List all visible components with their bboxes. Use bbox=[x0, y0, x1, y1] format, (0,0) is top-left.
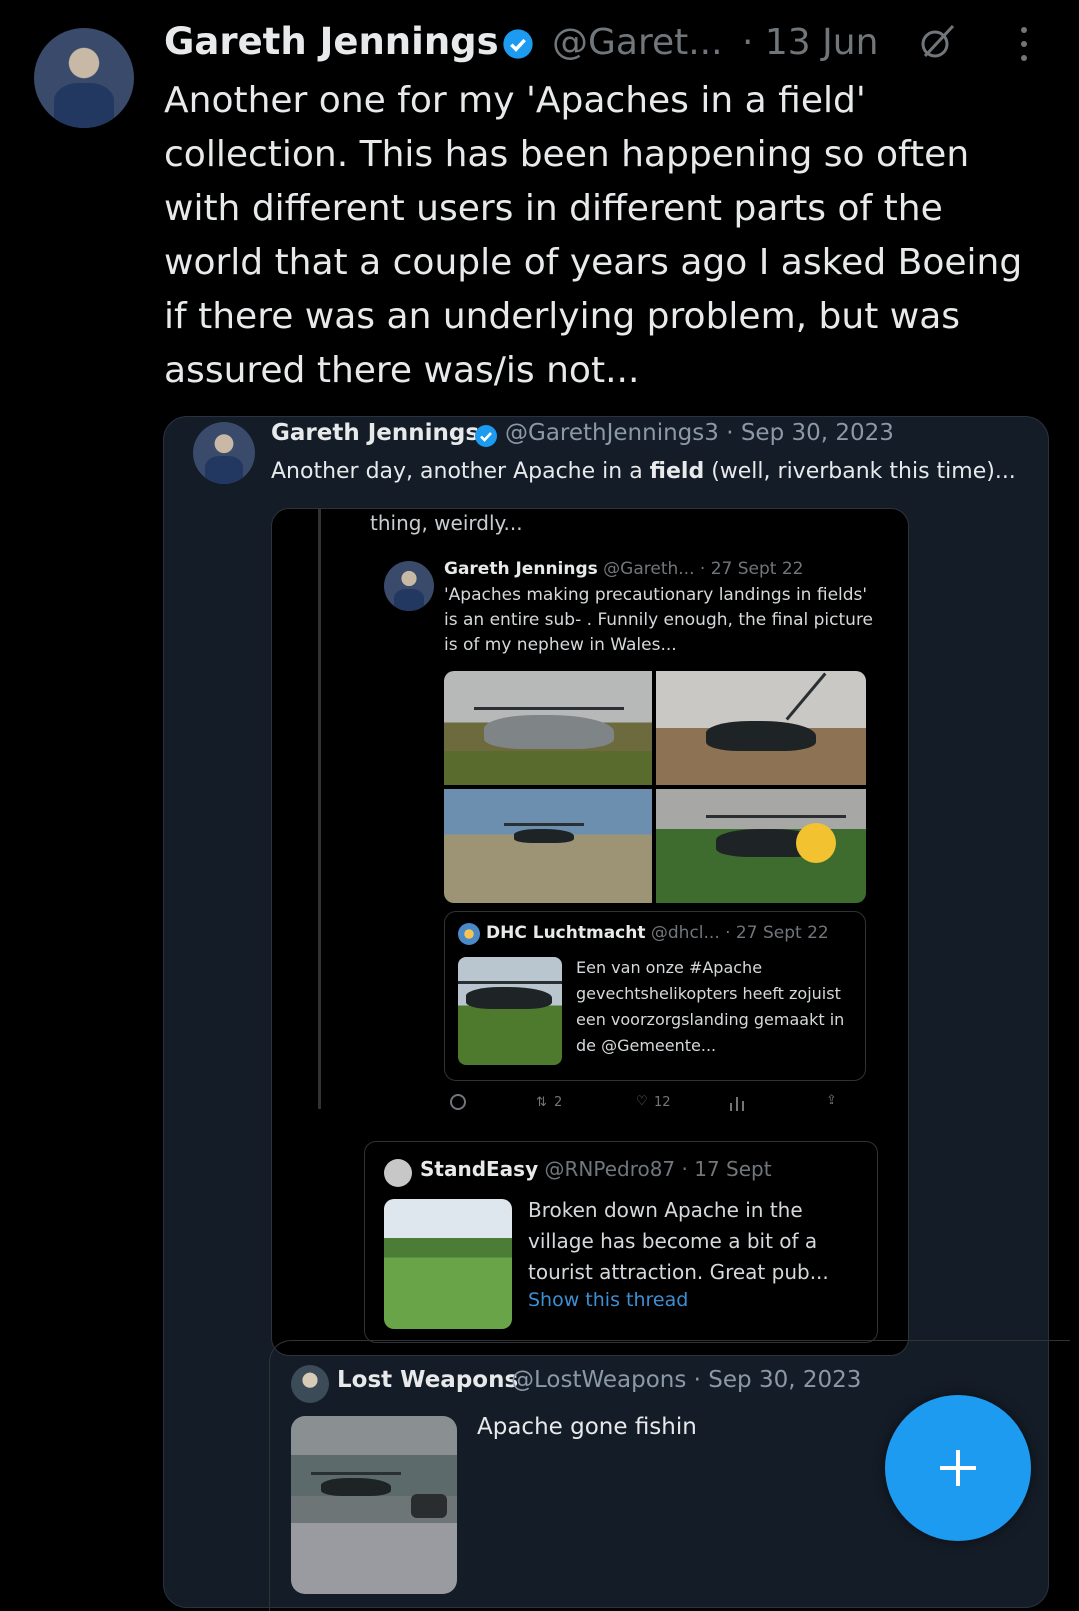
like-icon: ♡ bbox=[636, 1094, 648, 1109]
apache-photo-4 bbox=[656, 789, 866, 903]
retweet-icon: ⇅ bbox=[536, 1095, 547, 1110]
post-text: Another one for my 'Apaches in a field' … bbox=[164, 80, 1023, 391]
standeasy-meta: @RNPedro87 · 17 Sept bbox=[538, 1157, 772, 1181]
screenshot-post-header: Gareth Jennings @Gareth... · 27 Sept 22 bbox=[444, 559, 803, 579]
views-icon bbox=[730, 1097, 744, 1111]
post-date[interactable]: · 13 Jun bbox=[742, 22, 878, 63]
standeasy-text: Broken down Apache in the village has be… bbox=[528, 1198, 829, 1284]
dhc-logo-icon bbox=[458, 923, 480, 945]
quoted-text-bold: field bbox=[649, 459, 705, 484]
thread-line bbox=[318, 509, 321, 1109]
author-avatar[interactable] bbox=[34, 28, 134, 128]
sunglasses-emoji-icon bbox=[796, 823, 836, 863]
author-handle[interactable]: @Garet... bbox=[552, 22, 723, 63]
dhc-photo bbox=[458, 957, 562, 1065]
quoted-text-end: (well, riverbank this time)... bbox=[704, 459, 1016, 484]
dhc-meta: @dhcl... · 27 Sept 22 bbox=[645, 923, 829, 943]
show-thread-link: Show this thread bbox=[528, 1289, 689, 1311]
more-options-icon[interactable] bbox=[1016, 24, 1032, 64]
dhc-text: Een van onze #Apache gevechtshelikopters… bbox=[576, 958, 845, 1055]
quoted-author-name[interactable]: Gareth Jennings bbox=[271, 420, 479, 446]
lost-weapons-photo[interactable] bbox=[291, 1416, 457, 1594]
quoted-text-start: Another day, another Apache in a bbox=[271, 459, 650, 484]
embedded-screenshot-image[interactable]: thing, weirdly... Gareth Jennings @Garet… bbox=[271, 508, 909, 1356]
compose-fab-button[interactable] bbox=[885, 1395, 1031, 1541]
grok-icon[interactable] bbox=[917, 22, 957, 62]
reply-icon bbox=[450, 1094, 466, 1110]
screenshot-author: Gareth Jennings bbox=[444, 559, 598, 579]
screenshot-avatar bbox=[384, 561, 434, 611]
plus-icon bbox=[940, 1450, 976, 1486]
share-icon: ⇪ bbox=[826, 1093, 837, 1108]
quoted-post-text: Another day, another Apache in a field (… bbox=[271, 459, 1016, 484]
lost-weapons-name[interactable]: Lost Weapons bbox=[337, 1367, 518, 1393]
screenshot-post-text: 'Apaches making precautionary landings i… bbox=[444, 585, 874, 655]
standeasy-avatar bbox=[384, 1159, 412, 1187]
lost-weapons-avatar[interactable] bbox=[291, 1365, 329, 1403]
screenshot-meta: @Gareth... · 27 Sept 22 bbox=[597, 559, 804, 579]
quoted-handle-date[interactable]: @GarethJennings3 · Sep 30, 2023 bbox=[505, 420, 894, 446]
standeasy-header: StandEasy @RNPedro87 · 17 Sept bbox=[420, 1157, 772, 1181]
screenshot-top-text: thing, weirdly... bbox=[370, 511, 523, 535]
quoted-author-avatar[interactable] bbox=[193, 422, 255, 484]
dhc-header: DHC Luchtmacht @dhcl... · 27 Sept 22 bbox=[486, 923, 829, 943]
verified-badge-icon bbox=[503, 29, 533, 59]
standeasy-author: StandEasy bbox=[420, 1157, 539, 1181]
dhc-author: DHC Luchtmacht bbox=[486, 923, 646, 943]
standeasy-photo bbox=[384, 1199, 512, 1329]
lost-weapons-handle-date[interactable]: @LostWeapons · Sep 30, 2023 bbox=[511, 1367, 861, 1393]
apache-photo-3 bbox=[444, 789, 652, 903]
like-count: 12 bbox=[654, 1095, 671, 1110]
apache-photo-2 bbox=[656, 671, 866, 785]
apache-photo-1 bbox=[444, 671, 652, 785]
retweet-count: 2 bbox=[554, 1095, 563, 1110]
verified-badge-icon bbox=[475, 425, 497, 447]
lost-weapons-text: Apache gone fishin bbox=[477, 1414, 697, 1440]
author-name[interactable]: Gareth Jennings bbox=[164, 20, 499, 63]
